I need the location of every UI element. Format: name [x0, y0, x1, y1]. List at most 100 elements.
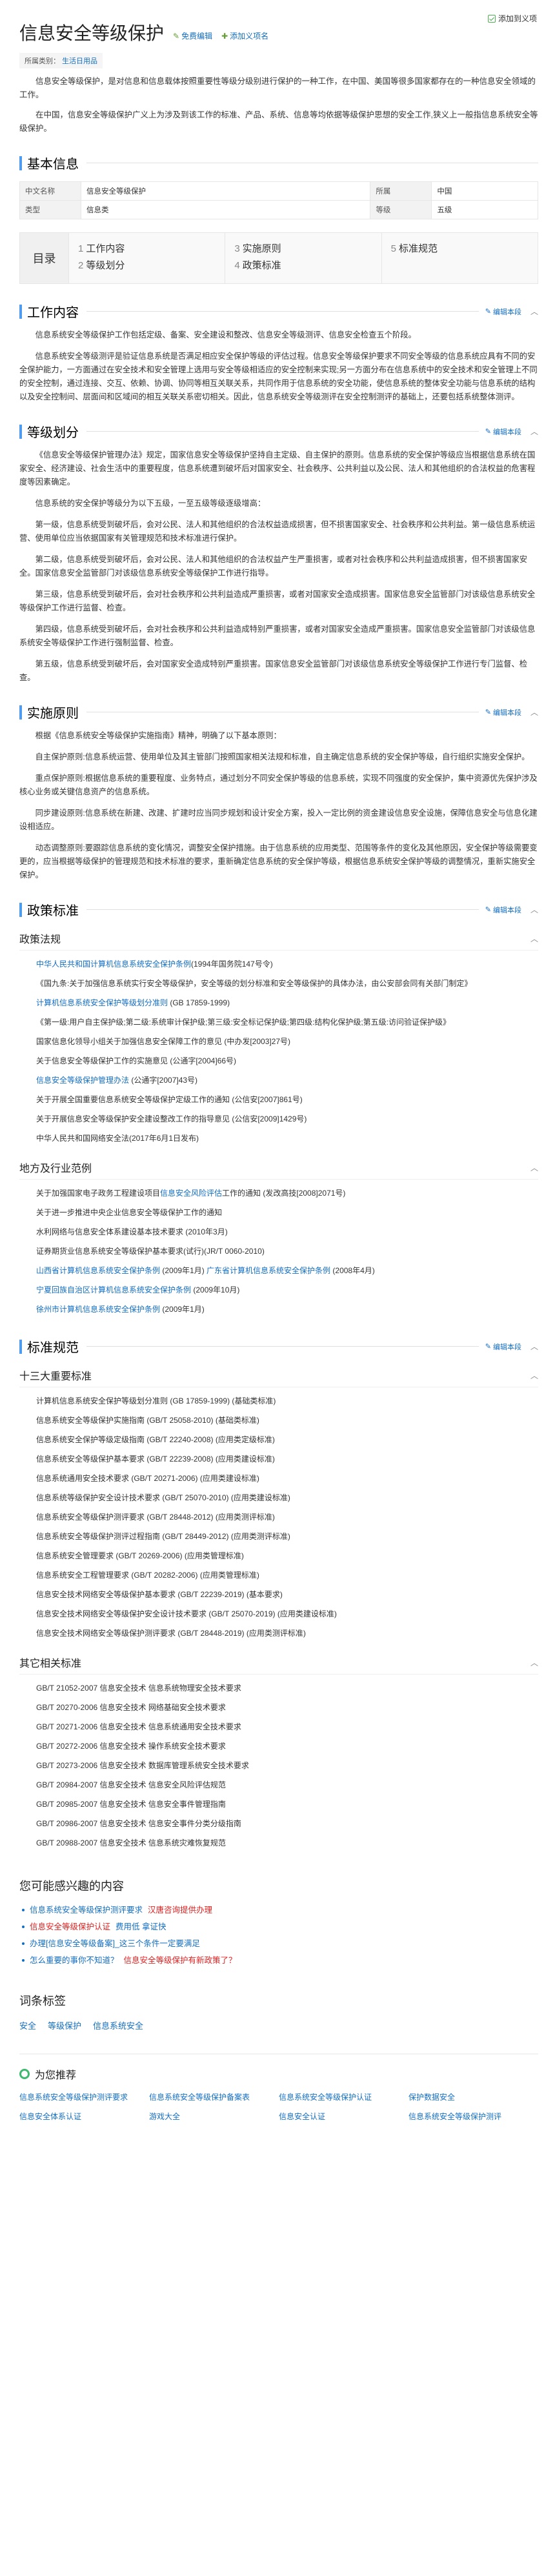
- list-item: 山西省计算机信息系统安全保护条例 (2009年1月) 广东省计算机信息系统安全保…: [19, 1261, 538, 1280]
- interest-link[interactable]: 信息系统安全等级保护测评要求: [30, 1902, 143, 1918]
- list-link[interactable]: 徐州市计算机信息系统安全保护条例: [36, 1305, 160, 1314]
- list-text: 《国九条:关于加强信息系统实行安全等级保护，安全等级的划分标准和安全等级保护的具…: [36, 979, 472, 988]
- paragraph: 第四级，信息系统受到破坏后，会对社会秩序和公共利益造成特别严重损害，或者对国家安…: [19, 625, 536, 647]
- collapse-icon[interactable]: ︿: [530, 707, 538, 718]
- sub-heading: 政策法规 ︿: [19, 931, 538, 951]
- recommend-link[interactable]: 信息系统安全等级保护测评: [409, 2110, 538, 2123]
- add-meaning-label: 添加义项名: [230, 32, 269, 41]
- heading-text: 工作内容: [27, 306, 79, 320]
- edit-label: 编辑本段: [492, 709, 521, 717]
- list-text: 证券期货业信息系统安全等级保护基本要求(试行)(JR/T 0060-2010): [36, 1247, 265, 1256]
- list-item: 信息系统安全等级保护实施指南 (GB/T 25058-2010) (基础类标准): [36, 1416, 259, 1425]
- toc-number: 5: [390, 243, 396, 254]
- category-link[interactable]: 生活日用品: [62, 57, 97, 65]
- tag-link[interactable]: 等级保护: [48, 2019, 81, 2031]
- recommend-link[interactable]: 保护数据安全: [409, 2091, 538, 2104]
- list-link[interactable]: 宁夏回族自治区计算机信息系统安全保护条例: [36, 1285, 191, 1294]
- list-item: 信息系统安全等级保护测评过程指南 (GB/T 28449-2012) (应用类测…: [36, 1532, 290, 1541]
- paragraph: 根据《信息系统安全等级保护实施指南》精神，明确了以下基本原则：: [35, 731, 281, 740]
- interest-item[interactable]: 信息系统安全等级保护测评要求 汉唐咨询提供办理: [19, 1902, 538, 1918]
- list-link[interactable]: 山西省计算机信息系统安全保护条例: [36, 1266, 160, 1275]
- paragraph: 信息系统安全等级保护工作包括定级、备案、安全建设和整改、信息安全等级测评、信息安…: [35, 330, 416, 339]
- paragraph: 第一级，信息系统受到破坏后，会对公民、法人和其他组织的合法权益造成损害，但不损害…: [19, 520, 536, 543]
- toc-item[interactable]: 3 实施原则: [234, 241, 372, 257]
- collapse-icon[interactable]: ︿: [530, 1341, 538, 1352]
- recommend-link[interactable]: 信息安全体系认证: [19, 2110, 149, 2123]
- other-standards-list: GB/T 21052-2007 信息安全技术 信息系统物理安全技术要求 GB/T…: [19, 1678, 538, 1853]
- interest-highlight[interactable]: 汉唐咨询提供办理: [148, 1902, 212, 1918]
- recommend-link[interactable]: 信息系统安全等级保护认证: [279, 2091, 409, 2104]
- pencil-icon: ✎: [485, 1343, 491, 1351]
- recommend-heading: 为您推荐: [19, 2066, 538, 2082]
- edit-label: 编辑本段: [492, 308, 521, 316]
- interest-item[interactable]: 怎么重要的事你不知道？ 信息安全等级保护有新政策了？: [19, 1952, 538, 1969]
- list-item: GB/T 20988-2007 信息安全技术 信息系统灾难恢复规范: [36, 1838, 226, 1847]
- info-value: 信息类: [80, 200, 371, 219]
- bullet-icon: [22, 1909, 25, 1911]
- toc-item[interactable]: 4 政策标准: [234, 257, 372, 274]
- edit-section-button[interactable]: ✎ 编辑本段: [485, 427, 521, 437]
- list-text: 关于开展全国重要信息系统安全等级保护定级工作的通知 (公信安[2007]861号…: [36, 1095, 303, 1104]
- interest-link[interactable]: 办理[信息安全等级备案]_这三个条件一定要满足: [30, 1935, 200, 1952]
- intro-paragraph: 在中国，信息安全等级保护广义上为涉及到该工作的标准、产品、系统、信息等均依据等级…: [19, 110, 538, 133]
- policy-list: 中华人民共和国计算机信息系统安全保护条例(1994年国务院147号令) 《国九条…: [19, 954, 538, 1148]
- interest-item[interactable]: 信息安全等级保护认证 费用低 拿证快: [19, 1918, 538, 1935]
- list-item: 计算机信息系统安全保护等级划分准则 (GB 17859-1999) (基础类标准…: [36, 1396, 276, 1405]
- list-link[interactable]: 广东省计算机信息系统安全保护条例: [207, 1266, 330, 1275]
- toc-item[interactable]: 1 工作内容: [78, 241, 216, 257]
- list-link[interactable]: 信息安全风险评估: [160, 1189, 222, 1198]
- edit-section-button[interactable]: ✎ 编辑本段: [485, 307, 521, 317]
- list-text: 关于开展信息安全等级保护安全建设整改工作的指导意见 (公信安[2009]1429…: [36, 1114, 307, 1123]
- collapse-icon[interactable]: ︿: [530, 306, 538, 317]
- plus-icon: ✚: [221, 31, 228, 41]
- tag-link[interactable]: 安全: [19, 2019, 36, 2031]
- interest-highlight[interactable]: 信息安全等级保护认证: [30, 1918, 110, 1935]
- toc-number: 3: [234, 243, 240, 254]
- recommend-link[interactable]: 游戏大全: [149, 2110, 279, 2123]
- list-item: GB/T 21052-2007 信息安全技术 信息系统物理安全技术要求: [36, 1684, 241, 1693]
- list-item: 关于加强国家电子政务工程建设项目信息安全风险评估工作的通知 (发改高技[2008…: [19, 1183, 538, 1203]
- free-edit-label: 免费编辑: [181, 32, 213, 41]
- interest-item[interactable]: 办理[信息安全等级备案]_这三个条件一定要满足: [19, 1935, 538, 1952]
- toc-item[interactable]: 5 标准规范: [391, 241, 529, 257]
- recommend-link[interactable]: 信息系统安全等级保护备案表: [149, 2091, 279, 2104]
- paragraph: 第二级，信息系统受到破坏后，会对公民、法人和其他组织的合法权益产生严重损害，或者…: [19, 555, 528, 578]
- collapse-icon[interactable]: ︿: [530, 904, 538, 915]
- list-link[interactable]: 计算机信息系统安全保护等级划分准则: [36, 998, 168, 1007]
- heading-text: 实施原则: [27, 707, 79, 721]
- collapse-icon[interactable]: ︿: [530, 1370, 538, 1381]
- bullet-icon: [22, 1926, 25, 1928]
- list-item: GB/T 20984-2007 信息安全技术 信息安全风险评估规范: [36, 1780, 226, 1789]
- sub-heading-text: 十三大重要标准: [19, 1371, 92, 1382]
- interest-highlight[interactable]: 信息安全等级保护有新政策了？: [124, 1952, 237, 1969]
- recommend-link[interactable]: 信息系统安全等级保护测评要求: [19, 2091, 149, 2104]
- paragraph: 《信息安全等级保护管理办法》规定，国家信息安全等级保护坚持自主定级、自主保护的原…: [19, 450, 536, 487]
- interest-link[interactable]: 费用低 拿证快: [116, 1918, 166, 1935]
- free-edit-link[interactable]: ✎ 免费编辑: [173, 30, 212, 41]
- list-item: 信息安全等级保护管理办法 (公通字[2007]43号): [19, 1071, 538, 1090]
- paragraph: 同步建设原则:信息系统在新建、改建、扩建时应当同步规划和设计安全方案，投入一定比…: [19, 809, 538, 831]
- collapse-icon[interactable]: ︿: [530, 933, 538, 944]
- list-link[interactable]: 中华人民共和国计算机信息系统安全保护条例: [36, 960, 191, 969]
- add-meaning-link[interactable]: ✚ 添加义项名: [221, 30, 268, 41]
- list-text: (2009年1月): [160, 1305, 205, 1314]
- sub-heading: 地方及行业范例 ︿: [19, 1160, 538, 1180]
- tag-link[interactable]: 信息系统安全: [93, 2019, 143, 2031]
- edit-section-button[interactable]: ✎ 编辑本段: [485, 905, 521, 915]
- edit-section-button[interactable]: ✎ 编辑本段: [485, 707, 521, 718]
- work-section-heading: 工作内容 ✎ 编辑本段 ︿: [19, 302, 538, 321]
- list-item: GB/T 20273-2006 信息安全技术 数据库管理系统安全技术要求: [36, 1761, 249, 1770]
- toc-item[interactable]: 2 等级划分: [78, 257, 216, 274]
- interest-link[interactable]: 怎么重要的事你不知道？: [30, 1952, 119, 1969]
- intro: 信息安全等级保护，是对信息和信息载体按照重要性等级分级别进行保护的一种工作，在中…: [19, 75, 538, 136]
- recommend-link[interactable]: 信息安全认证: [279, 2110, 409, 2123]
- edit-section-button[interactable]: ✎ 编辑本段: [485, 1342, 521, 1352]
- list-link[interactable]: 信息安全等级保护管理办法: [36, 1076, 129, 1085]
- sub-heading-text: 地方及行业范例: [19, 1163, 92, 1174]
- collapse-icon[interactable]: ︿: [530, 1657, 538, 1668]
- pencil-icon: ✎: [485, 709, 491, 716]
- add-to-entry-button[interactable]: 添加到义项: [487, 13, 537, 24]
- collapse-icon[interactable]: ︿: [530, 1162, 538, 1173]
- list-item: GB/T 20986-2007 信息安全技术 信息安全事件分类分级指南: [36, 1819, 241, 1828]
- collapse-icon[interactable]: ︿: [530, 426, 538, 437]
